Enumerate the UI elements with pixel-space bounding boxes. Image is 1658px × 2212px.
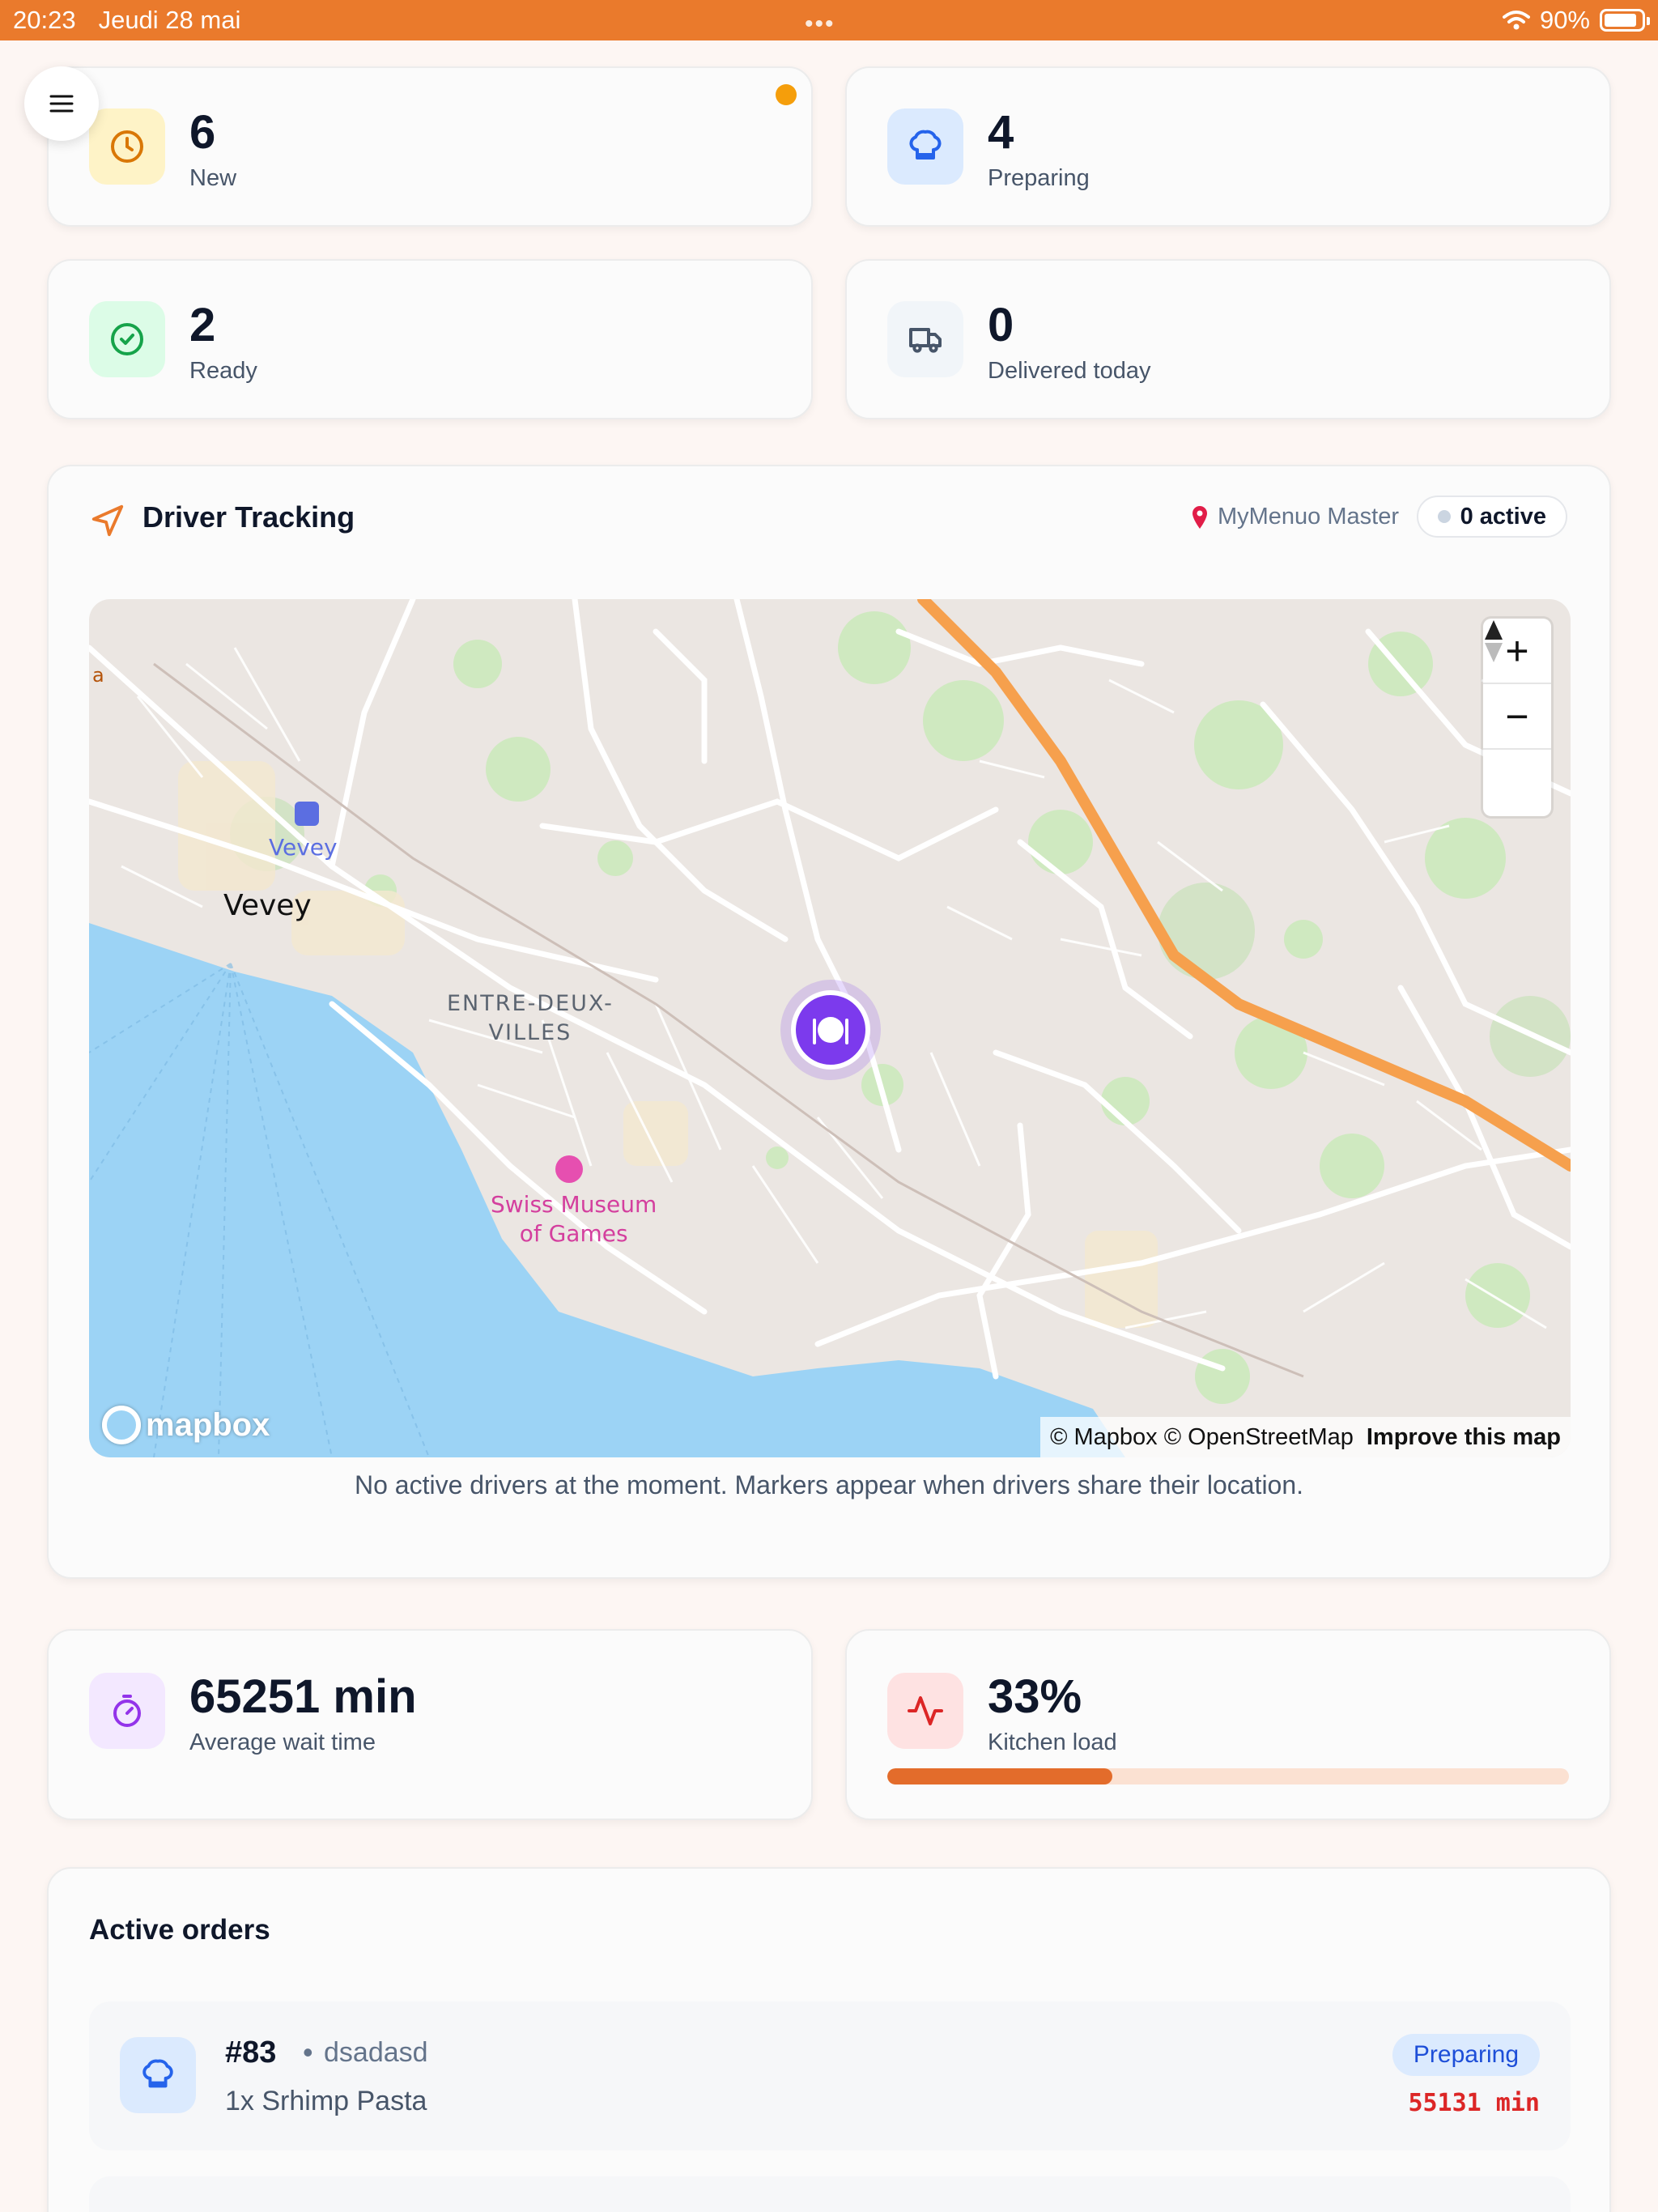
metric-value: 33%: [988, 1670, 1082, 1723]
metric-value: 65251 min: [189, 1670, 417, 1723]
stat-icon-box: [89, 108, 165, 185]
map-label-district: ENTRE-DEUX- VILLES: [447, 989, 614, 1048]
driver-tracking-title: Driver Tracking: [142, 500, 355, 534]
multitasking-dots-icon[interactable]: •••: [805, 11, 835, 38]
map-label-museum: Swiss Museum of Games: [491, 1190, 657, 1249]
menu-button[interactable]: [24, 66, 99, 141]
stat-icon-box: [887, 301, 963, 377]
hamburger-icon: [49, 95, 74, 113]
order-separator: •: [303, 2035, 313, 2069]
attribution-text[interactable]: © Mapbox © OpenStreetMap: [1050, 1424, 1354, 1451]
metric-label: Kitchen load: [988, 1729, 1117, 1755]
map-label-vevey-station: Vevey: [269, 834, 338, 861]
kitchen-load-fill: [887, 1768, 1112, 1784]
status-time: 20:23: [13, 6, 76, 34]
map-label-edge: a: [92, 664, 104, 687]
order-customer: dsadasd: [324, 2037, 428, 2068]
stat-icon-box: [887, 1673, 963, 1749]
mapbox-logo-icon: [102, 1406, 141, 1444]
zoom-out-button[interactable]: −: [1483, 684, 1551, 750]
status-dot: [1437, 510, 1451, 523]
map-label-vevey-city: Vevey: [223, 889, 312, 922]
restaurant-location: MyMenuo Master: [1190, 504, 1399, 530]
stat-value: 2: [189, 299, 216, 351]
wifi-icon: [1502, 11, 1530, 30]
no-drivers-message: No active drivers at the moment. Markers…: [354, 1470, 1304, 1499]
map-label-museum-line1: Swiss Museum: [491, 1191, 657, 1218]
metric-label: Average wait time: [189, 1729, 376, 1755]
status-bar: 20:23 Jeudi 28 mai ••• 90%: [0, 0, 1658, 40]
order-status-badge: Preparing: [1392, 2034, 1540, 2076]
order-row[interactable]: #83 • dsadasd 1x Srhimp Pasta Preparing …: [89, 2001, 1571, 2150]
clock-icon: [111, 130, 143, 163]
timer-icon: [113, 1695, 141, 1727]
active-drivers-badge: 0 active: [1416, 496, 1567, 538]
stat-label: Delivered today: [988, 358, 1151, 384]
map-zoom-controls: + −: [1483, 619, 1551, 816]
kitchen-load-bar: [887, 1768, 1569, 1784]
map-attribution: © Mapbox © OpenStreetMap Improve this ma…: [1040, 1417, 1571, 1457]
stat-card-ready[interactable]: 2 Ready: [47, 259, 813, 419]
notification-dot: [776, 84, 797, 105]
compass-button[interactable]: [1483, 620, 1551, 815]
active-orders-card: Active orders #83 • dsadasd 1x Srhimp Pa…: [47, 1867, 1611, 2212]
active-drivers-count: 0 active: [1460, 503, 1546, 530]
driver-map[interactable]: a Vevey Vevey ENTRE-DEUX- VILLES Swiss M…: [89, 599, 1571, 1457]
stat-value: 4: [988, 106, 1014, 159]
battery-percent: 90%: [1539, 6, 1590, 34]
stat-label: Ready: [189, 358, 257, 384]
stat-label: New: [189, 165, 237, 191]
stat-card-delivered[interactable]: 0 Delivered today: [845, 259, 1611, 419]
navigation-icon: [91, 504, 124, 537]
active-orders-title: Active orders: [89, 1914, 270, 1946]
stat-value: 0: [988, 299, 1014, 351]
stat-card-new[interactable]: 6 New: [47, 66, 813, 227]
map-tiles: [89, 599, 1571, 1457]
map-label-district-line1: ENTRE-DEUX-: [447, 991, 614, 1016]
stat-icon-box: [89, 1673, 165, 1749]
stat-card-preparing[interactable]: 4 Preparing: [845, 66, 1611, 227]
stat-label: Preparing: [988, 165, 1090, 191]
stat-icon-box: [887, 108, 963, 185]
avg-wait-card: 65251 min Average wait time: [47, 1629, 813, 1820]
kitchen-load-card: 33% Kitchen load: [845, 1629, 1611, 1820]
chef-hat-icon: [142, 2059, 173, 2088]
chef-hat-icon: [909, 130, 942, 160]
check-circle-icon: [111, 323, 143, 355]
order-number: #83: [225, 2035, 277, 2069]
map-label-district-line2: VILLES: [488, 1020, 572, 1045]
improve-map-link[interactable]: Improve this map: [1367, 1424, 1561, 1451]
order-elapsed-time: 55131 min: [1408, 2089, 1540, 2117]
order-row[interactable]: [89, 2176, 1571, 2212]
driver-tracking-card: Driver Tracking MyMenuo Master 0 active: [47, 465, 1611, 1579]
compass-icon: [1485, 620, 1503, 662]
status-date: Jeudi 28 mai: [98, 6, 241, 34]
activity-icon: [908, 1696, 943, 1725]
truck-icon: [909, 328, 942, 353]
mapbox-logo-text: mapbox: [146, 1406, 270, 1443]
map-pin-icon: [1192, 505, 1207, 529]
map-label-museum-line2: of Games: [519, 1220, 628, 1247]
order-items: 1x Srhimp Pasta: [225, 2086, 427, 2116]
stat-icon-box: [89, 301, 165, 377]
restaurant-location-label: MyMenuo Master: [1217, 504, 1399, 530]
battery-icon: [1600, 9, 1650, 32]
order-icon-box: [120, 2037, 196, 2113]
stat-value: 6: [189, 106, 216, 159]
mapbox-logo[interactable]: mapbox: [102, 1406, 270, 1444]
